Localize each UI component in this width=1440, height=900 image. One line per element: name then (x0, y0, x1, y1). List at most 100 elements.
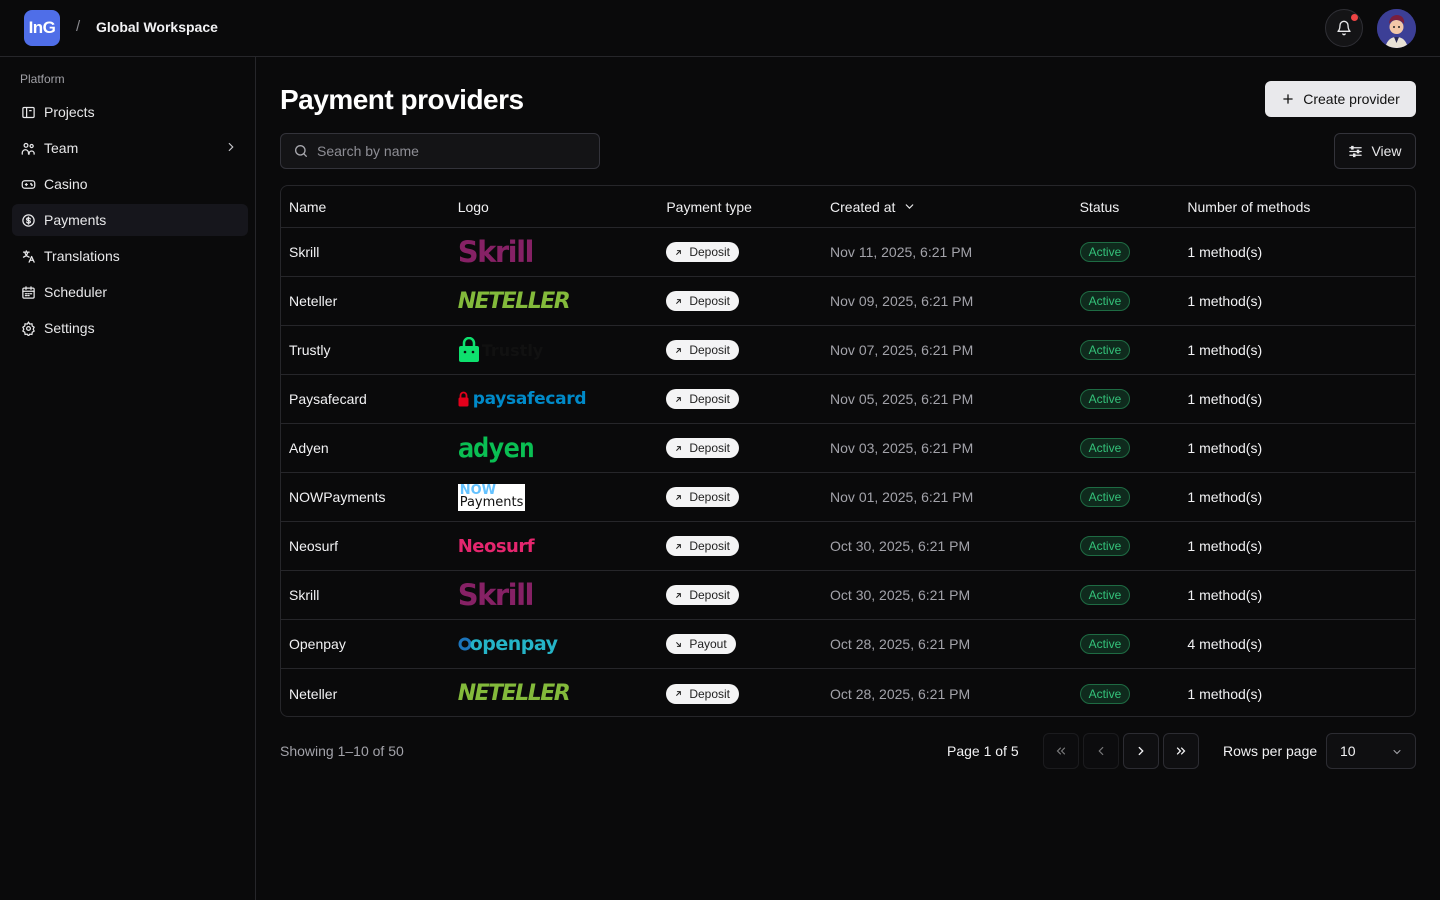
chevrons-right-icon (1176, 747, 1186, 755)
table-row[interactable]: Trustly Trustly Deposit Nov 07, 2025, 6:… (281, 326, 1415, 375)
view-options-button[interactable]: View (1334, 133, 1416, 169)
arrow-up-right-icon (676, 494, 682, 500)
payment-type-badge: Payout (666, 634, 736, 654)
chevron-down-icon (906, 204, 914, 209)
status-badge: Active (1079, 438, 1131, 458)
provider-name: Skrill (289, 244, 320, 260)
workspace-switcher[interactable]: Global Workspace (96, 19, 218, 35)
paysafecard-logo: paysafecard (458, 389, 587, 409)
table-row[interactable]: NOWPayments NOW Payments Deposit Nov 01,… (281, 473, 1415, 522)
sidebar-item-label: Translations (44, 248, 120, 264)
payment-type-label: Deposit (689, 245, 731, 259)
sidebar-item-casino[interactable]: Casino (12, 168, 248, 200)
arrow-up-right-icon (676, 691, 682, 696)
user-avatar[interactable] (1377, 9, 1416, 48)
status-badge: Active (1079, 389, 1131, 409)
provider-logo-cell: adyen (458, 424, 667, 472)
first-page-button[interactable] (1043, 733, 1079, 769)
col-header-name[interactable]: Name (281, 186, 458, 227)
sidebar-item-label: Team (44, 140, 79, 156)
neteller-logo: NETELLER (457, 681, 571, 706)
page-indicator: Page 1 of 5 (947, 743, 1019, 759)
skrill-logo: Skrill (457, 578, 535, 612)
sidebar-item-team[interactable]: Team (12, 132, 248, 164)
arrow-down-right-icon (676, 641, 682, 647)
created-at: Oct 30, 2025, 6:21 PM (830, 538, 971, 554)
results-summary: Showing 1–10 of 50 (280, 743, 404, 759)
gamepad-icon (20, 176, 36, 192)
table-row[interactable]: Neosurf Neosurf Deposit Oct 30, 2025, 6:… (281, 522, 1415, 571)
search-box[interactable] (280, 133, 600, 169)
sidebar-item-scheduler[interactable]: Scheduler (12, 276, 248, 308)
translate-icon (20, 248, 36, 264)
payment-type-badge: Deposit (666, 487, 740, 507)
trustly-wordmark: Trustly (481, 340, 544, 360)
sidebar-item-projects[interactable]: Projects (12, 96, 248, 128)
breadcrumb-separator: / (76, 18, 81, 35)
rows-per-page-value: 10 (1340, 743, 1356, 759)
create-provider-label: Create provider (1303, 91, 1400, 107)
payment-type-label: Payout (689, 637, 727, 651)
table-row[interactable]: Skrill Skrill Deposit Oct 30, 2025, 6:21… (281, 571, 1415, 620)
table-row[interactable]: Neteller NETELLER Deposit Oct 28, 2025, … (281, 669, 1415, 716)
provider-logo-cell: paysafecard (458, 375, 667, 423)
payment-type-badge: Deposit (666, 242, 740, 262)
trustly-logo: Trustly (458, 337, 544, 363)
sidebar-item-label: Payments (44, 212, 107, 228)
payment-type-label: Deposit (689, 539, 731, 553)
payment-type-label: Deposit (689, 343, 731, 357)
adyen-logo: adyen (457, 432, 535, 464)
provider-logo-cell: Skrill (458, 228, 667, 276)
sidebar-section-title: Platform (20, 72, 65, 86)
sidebar-item-label: Projects (44, 104, 95, 120)
sidebar-item-settings[interactable]: Settings (12, 312, 248, 344)
team-icon (20, 140, 36, 156)
chevron-right-icon (224, 140, 238, 157)
payment-type-badge: Deposit (666, 585, 740, 605)
created-at: Oct 28, 2025, 6:21 PM (830, 636, 971, 652)
provider-name: Neosurf (289, 538, 339, 554)
sidebar-item-payments[interactable]: Payments (12, 204, 248, 236)
table-row[interactable]: Neteller NETELLER Deposit Nov 09, 2025, … (281, 277, 1415, 326)
rows-per-page-select[interactable]: 10 (1326, 733, 1416, 769)
arrow-up-right-icon (676, 298, 682, 304)
shopping-bag-icon (458, 337, 479, 362)
search-input[interactable] (317, 143, 587, 159)
notifications-button[interactable] (1325, 9, 1363, 47)
payment-type-badge: Deposit (666, 438, 740, 458)
notification-dot (1351, 14, 1358, 21)
col-header-payment-type: Payment type (666, 198, 752, 215)
table-row[interactable]: Openpay openpay Payout Oct 28, 2025, 6:2… (281, 620, 1415, 669)
chevrons-left-icon (1056, 747, 1066, 755)
col-header-methods: Number of methods (1187, 198, 1311, 215)
prev-page-button[interactable] (1083, 733, 1119, 769)
arrow-up-right-icon (676, 347, 682, 353)
brand-logo[interactable]: InG (24, 10, 60, 46)
chevron-left-icon (1098, 746, 1104, 756)
status-badge: Active (1079, 634, 1131, 654)
next-page-button[interactable] (1123, 733, 1159, 769)
nowpayments-logo: NOW Payments (457, 483, 525, 511)
payment-type-badge: Deposit (666, 683, 740, 704)
provider-logo-cell: openpay (458, 620, 667, 668)
neosurf-logo: Neosurf (457, 535, 535, 557)
last-page-button[interactable] (1163, 733, 1199, 769)
coin-icon (20, 212, 36, 228)
methods-count: 4 method(s) (1187, 636, 1263, 652)
skrill-logo: Skrill (457, 235, 535, 269)
rows-per-page-label: Rows per page (1223, 743, 1318, 759)
bell-icon (1337, 20, 1351, 36)
table-row[interactable]: Adyen adyen Deposit Nov 03, 2025, 6:21 P… (281, 424, 1415, 473)
calendar-icon (20, 284, 36, 300)
col-header-created-at[interactable]: Created at (830, 186, 1080, 227)
status-badge: Active (1079, 291, 1131, 311)
payment-type-label: Deposit (689, 392, 731, 406)
table-row[interactable]: Paysafecard paysafecard Deposit Nov 05, … (281, 375, 1415, 424)
create-provider-button[interactable]: Create provider (1265, 81, 1416, 117)
provider-name: NOWPayments (289, 489, 386, 505)
methods-count: 1 method(s) (1187, 587, 1263, 603)
sidebar-item-translations[interactable]: Translations (12, 240, 248, 272)
gear-icon (20, 320, 36, 336)
table-row[interactable]: Skrill Skrill Deposit Nov 11, 2025, 6:21… (281, 228, 1415, 277)
table-body: Skrill Skrill Deposit Nov 11, 2025, 6:21… (281, 228, 1415, 716)
